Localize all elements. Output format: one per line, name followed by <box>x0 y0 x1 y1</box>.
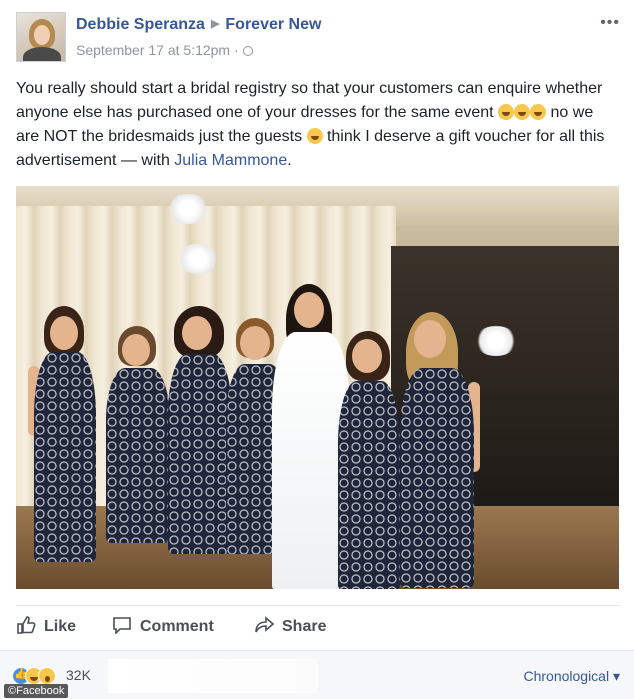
like-label: Like <box>44 618 77 635</box>
obscured-area <box>108 659 318 693</box>
laughing-emoji-icon <box>530 104 547 120</box>
wow-icon <box>38 667 56 685</box>
post-header: Debbie Speranza ▶ Forever New September 17… <box>16 12 620 62</box>
like-button[interactable]: Like <box>16 616 76 636</box>
comment-label: Comment <box>140 618 214 635</box>
comment-icon <box>113 617 131 634</box>
post-meta: September 17 at 5:12pm · <box>76 42 253 58</box>
tagged-person-link[interactable]: Julia Mammone <box>174 152 287 169</box>
page-name[interactable]: Forever New <box>225 16 321 33</box>
laughing-emoji-icon <box>498 104 515 120</box>
share-label: Share <box>282 618 327 635</box>
author-avatar[interactable] <box>16 12 66 62</box>
post-author-line: Debbie Speranza ▶ Forever New <box>76 16 321 34</box>
arrow-right-icon: ▶ <box>210 18 220 30</box>
source-watermark: ©Facebook <box>4 684 69 698</box>
share-button[interactable]: Share <box>254 616 326 636</box>
author-name[interactable]: Debbie Speranza <box>76 16 205 33</box>
post-text-end: . <box>287 152 292 169</box>
reaction-count[interactable]: 32K <box>66 667 91 683</box>
post-text: You really should start a bridal registr… <box>16 77 620 173</box>
share-icon <box>255 616 274 633</box>
globe-icon <box>242 46 253 56</box>
comment-button[interactable]: Comment <box>112 616 214 636</box>
post-actions: Like Comment Share <box>16 605 620 645</box>
post-timestamp[interactable]: September 17 at 5:12pm <box>76 42 230 58</box>
hugging-emoji-icon <box>306 128 323 144</box>
more-options-button[interactable]: ••• <box>600 14 620 32</box>
laughing-emoji-icon <box>514 104 531 120</box>
thumbs-up-icon <box>17 616 36 634</box>
comment-sort-dropdown[interactable]: Chronological ▾ <box>523 668 620 685</box>
reactions-bar: 32K Chronological ▾ <box>0 650 634 699</box>
post-photo[interactable] <box>16 186 619 589</box>
